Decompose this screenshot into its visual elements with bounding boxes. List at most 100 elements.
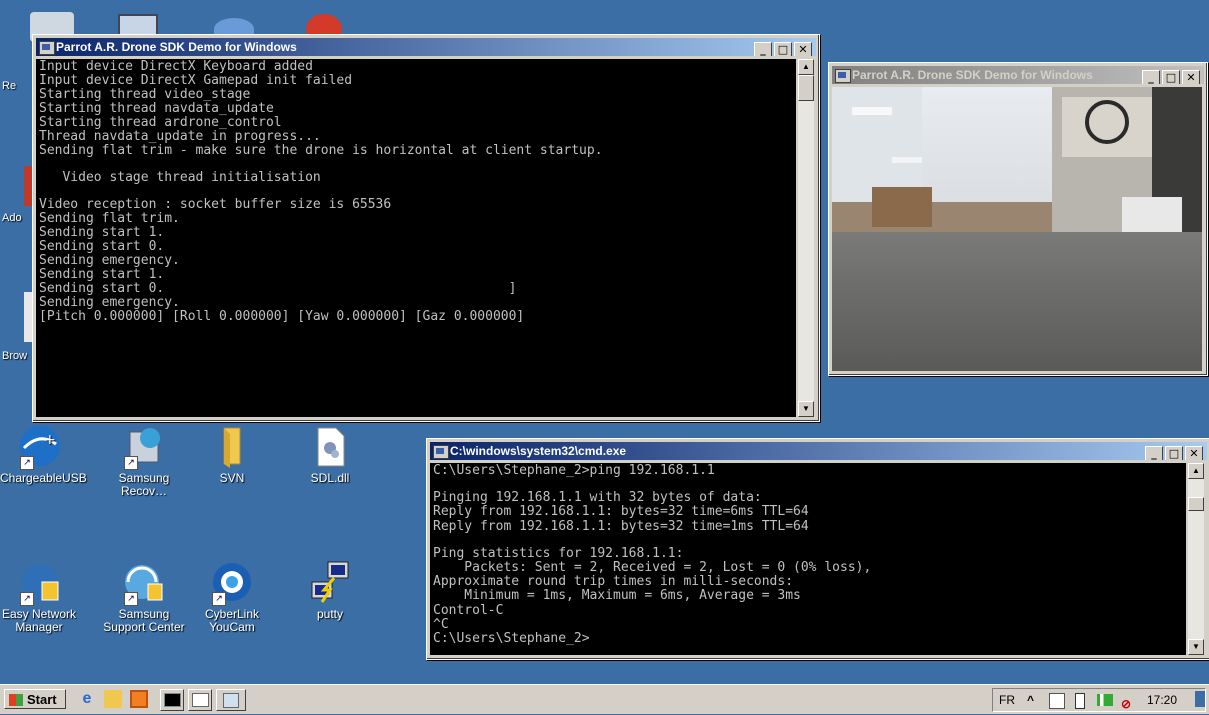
sdk-line: Sending flat trim - make sure the drone … [39, 143, 603, 158]
sdk-line: Input device DirectX Keyboard added [39, 59, 313, 74]
sdk-line: Starting thread video_stage [39, 87, 251, 102]
partial-label-brow: Brow [2, 350, 28, 362]
taskbar-video-button[interactable] [216, 689, 246, 711]
dll-file-icon [308, 424, 352, 468]
action-center-icon[interactable] [1049, 693, 1065, 709]
show-desktop-button[interactable] [1195, 691, 1205, 707]
sdk-line: Input device DirectX Gamepad init failed [39, 73, 353, 88]
cmd-window-icon [433, 445, 449, 459]
system-tray: FR ^ ⊘ 17:20 [992, 688, 1206, 712]
desktop-icon-label: Samsung Support Center [103, 607, 185, 634]
scroll-up-arrow[interactable]: ▲ [798, 59, 814, 75]
console-window-icon [39, 41, 55, 55]
close-button[interactable]: ✕ [1182, 70, 1200, 84]
cmd-line [433, 534, 1183, 547]
cmd-titlebar[interactable]: C:\windows\system32\cmd.exe _ □ ✕ [430, 442, 1207, 460]
desktop-icon-samsung-support-center[interactable]: ↗ Samsung Support Center [103, 560, 185, 634]
sdk-line: Video reception : socket buffer size is … [39, 197, 392, 212]
sdk-console-scrollbar[interactable]: ▲ ▼ [798, 59, 814, 417]
desktop-icon-svn[interactable]: SVN [192, 424, 272, 485]
sdk-line: Starting thread navdata_update [39, 101, 274, 116]
desktop-icon-easy-network-manager[interactable]: ↗ Easy Network Manager [0, 560, 80, 634]
desktop-icon-label: Easy Network Manager [1, 607, 77, 634]
internet-explorer-icon[interactable]: e [78, 690, 96, 708]
cmd-scrollbar[interactable]: ▲ ▼ [1188, 463, 1204, 655]
cmd-line: Reply from 192.168.1.1: bytes=32 time=1m… [433, 518, 809, 534]
windows-flag-icon [9, 694, 23, 706]
desktop-icon-label: Samsung Recov… [118, 471, 170, 498]
desktop-icon-samsung-recovery[interactable]: ↗ Samsung Recov… [104, 424, 184, 498]
scroll-thumb[interactable] [798, 75, 814, 101]
partial-label-re: Re [2, 80, 17, 92]
cmd-output[interactable]: C:\Users\Stephane_2>ping 192.168.1.1 Ping… [430, 463, 1186, 655]
putty-icon [308, 560, 352, 604]
cmd-line: Reply from 192.168.1.1: bytes=32 time=6m… [433, 504, 809, 520]
sdk-console-output[interactable]: Input device DirectX Keyboard added Input… [36, 59, 796, 417]
taskbar-sdk-button[interactable] [188, 689, 212, 711]
app-taskbar-icon [223, 693, 239, 708]
usb-charge-icon: + ↗ [18, 424, 62, 470]
sdk-line: Sending start 0. ] [39, 281, 517, 296]
scroll-down-arrow[interactable]: ▼ [1188, 639, 1204, 655]
desktop-icon-cyberlink-youcam[interactable]: ↗ CyberLink YouCam [192, 560, 272, 634]
sdk-line: Video stage thread initialisation [39, 170, 321, 185]
network-signal-icon[interactable] [1097, 694, 1113, 706]
taskbar-cmd-button[interactable] [160, 689, 184, 711]
sdk-console-title: Parrot A.R. Drone SDK Demo for Windows [56, 40, 297, 54]
minimize-button[interactable]: _ [754, 42, 772, 56]
cmd-line: C:\Users\Stephane_2>ping 192.168.1.1 [433, 463, 715, 478]
cmd-window-title: C:\windows\system32\cmd.exe [450, 444, 627, 458]
video-window-title: Parrot A.R. Drone SDK Demo for Windows [852, 68, 1093, 82]
scroll-thumb[interactable] [1188, 497, 1204, 511]
sdk-line: Thread navdata_update in progress... [39, 129, 321, 144]
sdk-line: [Pitch 0.000000] [Roll 0.000000] [Yaw 0.… [39, 309, 525, 324]
cmd-line: Minimum = 1ms, Maximum = 6ms, Average = … [433, 588, 801, 604]
drone-video-feed [832, 87, 1202, 371]
webcam-icon: ↗ [210, 560, 254, 606]
outlook-icon[interactable] [130, 690, 148, 708]
maximize-button[interactable]: □ [1162, 70, 1180, 84]
support-center-icon: ↗ [122, 560, 166, 606]
cmd-line: Pinging 192.168.1.1 with 32 bytes of dat… [433, 490, 762, 506]
minimize-button[interactable]: _ [1145, 446, 1163, 460]
app-window-taskbar-icon [192, 693, 209, 707]
start-button[interactable]: Start [4, 689, 66, 709]
cmd-line: Control-C [433, 602, 504, 618]
start-label: Start [27, 692, 57, 707]
sdk-line: Sending emergency. [39, 295, 180, 310]
cmd-window[interactable]: C:\windows\system32\cmd.exe _ □ ✕ C:\Use… [426, 438, 1209, 660]
tray-expand-chevron[interactable]: ^ [1027, 689, 1034, 711]
close-button[interactable]: ✕ [1185, 446, 1203, 460]
desktop-icon-label: ChargeableUSB [0, 471, 87, 485]
sdk-line: Sending emergency. [39, 253, 180, 268]
sdk-console-titlebar[interactable]: Parrot A.R. Drone SDK Demo for Windows _… [36, 38, 816, 56]
language-indicator[interactable]: FR [999, 689, 1015, 711]
sdk-console-window[interactable]: Parrot A.R. Drone SDK Demo for Windows _… [32, 34, 820, 422]
sdk-line: Starting thread ardrone_control [39, 115, 282, 130]
network-manager-icon: ↗ [18, 560, 62, 606]
scroll-up-arrow[interactable]: ▲ [1188, 463, 1204, 479]
cmd-line: ^C [433, 616, 449, 632]
desktop-icon-label: putty [316, 607, 343, 621]
explorer-folder-icon[interactable] [104, 690, 122, 708]
close-button[interactable]: ✕ [794, 42, 812, 56]
cmd-line: Ping statistics for 192.168.1.1: [433, 545, 684, 561]
sdk-line: Sending start 1. [39, 225, 165, 240]
samsung-recovery-icon: ↗ [122, 424, 166, 470]
maximize-button[interactable]: □ [774, 42, 792, 56]
scroll-down-arrow[interactable]: ▼ [798, 401, 814, 417]
sdk-line: Sending start 0. [39, 239, 165, 254]
desktop-icon-chargeableusb[interactable]: + ↗ ChargeableUSB [0, 424, 87, 485]
maximize-button[interactable]: □ [1165, 446, 1183, 460]
desktop-icon-sdl-dll[interactable]: SDL.dll [290, 424, 370, 485]
volume-muted-icon[interactable]: ⊘ [1121, 693, 1131, 715]
cmd-line: C:\Users\Stephane_2> [433, 631, 590, 647]
video-titlebar[interactable]: Parrot A.R. Drone SDK Demo for Windows _… [832, 66, 1204, 84]
clock[interactable]: 17:20 [1147, 689, 1177, 711]
minimize-button[interactable]: _ [1142, 70, 1160, 84]
desktop-icon-putty[interactable]: putty [290, 560, 370, 621]
video-window[interactable]: Parrot A.R. Drone SDK Demo for Windows _… [828, 62, 1208, 376]
sdk-line: Sending flat trim. [39, 211, 180, 226]
battery-icon[interactable] [1075, 693, 1085, 709]
desktop-icon-label: CyberLink YouCam [204, 607, 260, 634]
